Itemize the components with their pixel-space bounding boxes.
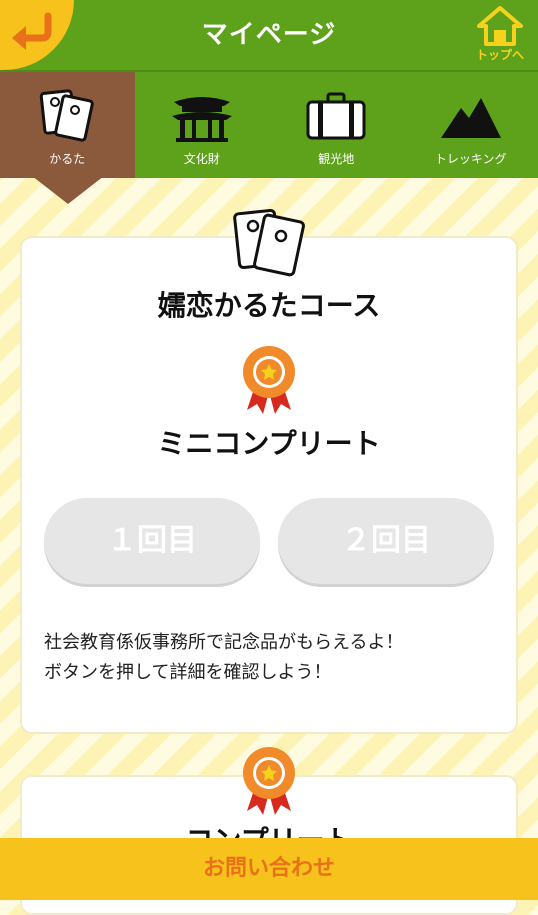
description-line1: 社会教育係仮事務所で記念品がもらえるよ！ <box>44 628 494 658</box>
suitcase-icon <box>304 88 368 144</box>
home-button[interactable]: トップへ <box>470 4 530 66</box>
tab-sightseeing[interactable]: 観光地 <box>269 72 404 178</box>
second-visit-button[interactable]: ２回目 <box>278 498 494 584</box>
back-arrow-icon <box>8 10 56 50</box>
medal-icon <box>239 344 299 416</box>
header-bar: マイページ トップへ <box>0 0 538 70</box>
course-title: 嬬恋かるたコース <box>22 284 516 324</box>
page-title: マイページ <box>0 0 538 70</box>
mountain-icon <box>439 88 503 144</box>
medal-icon <box>239 745 299 817</box>
home-label: トップへ <box>470 46 530 63</box>
category-tabs: かるた 文化財 観光地 トレッキング <box>0 70 538 178</box>
tab-trekking-label: トレッキング <box>404 150 538 167</box>
contact-button[interactable]: お問い合わせ <box>0 838 538 900</box>
shrine-icon <box>170 88 234 144</box>
tab-sightseeing-label: 観光地 <box>269 150 404 167</box>
home-icon <box>475 4 525 48</box>
badge-title: ミニコンプリート <box>22 422 516 462</box>
active-tab-pointer <box>32 176 104 204</box>
cards-icon <box>37 88 97 144</box>
description: 社会教育係仮事務所で記念品がもらえるよ！ ボタンを押して詳細を確認しよう！ <box>44 628 494 688</box>
first-visit-button[interactable]: １回目 <box>44 498 260 584</box>
tab-trekking[interactable]: トレッキング <box>404 72 538 178</box>
tab-cultural-property-label: 文化財 <box>135 150 270 167</box>
course-card: 嬬恋かるたコース ミニコンプリート １回目 ２回目 社会教育係仮事務所で記念品が… <box>20 236 518 734</box>
tab-cultural-property[interactable]: 文化財 <box>135 72 270 178</box>
cards-icon <box>229 206 309 278</box>
tab-karuta[interactable]: かるた <box>0 72 135 178</box>
description-line2: ボタンを押して詳細を確認しよう！ <box>44 658 494 688</box>
tab-karuta-label: かるた <box>0 150 135 167</box>
